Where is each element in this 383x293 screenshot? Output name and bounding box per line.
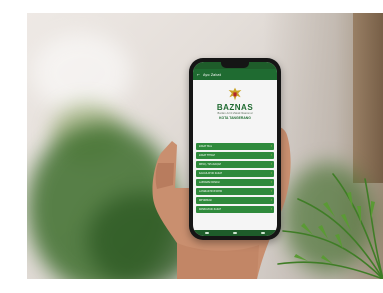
menu-item[interactable]: LAYANAN MUSTAHIK › (196, 187, 274, 196)
chevron-right-icon: › (270, 143, 272, 148)
garuda-emblem-icon (228, 87, 242, 101)
status-bar (193, 62, 277, 69)
menu-item-label: LAPORAN DONASI (199, 181, 220, 185)
menu-item[interactable]: LAPORAN DONASI › (196, 178, 274, 187)
menu-item-label: KONSULTASI ZAKAT (199, 208, 222, 212)
phone-notch (221, 62, 249, 68)
logo-area: BAZNAS Badan Amil Zakat Nasional KOTA TA… (193, 80, 277, 143)
smartphone: ← Ayo Zakat BAZNAS Badan Amil Zakat Nasi… (189, 58, 281, 240)
menu-item[interactable]: KALKULATOR ZAKAT › (196, 169, 274, 178)
photo-scene: ← Ayo Zakat BAZNAS Badan Amil Zakat Nasi… (0, 0, 383, 293)
chevron-right-icon: › (270, 197, 272, 202)
menu-item[interactable]: INFAQ / SHADAQAH › (196, 160, 274, 169)
nav-back-icon[interactable] (205, 232, 209, 234)
menu-item[interactable]: ZAKAT MAL › (196, 143, 274, 151)
menu-item[interactable]: KONSULTASI ZAKAT › (196, 205, 274, 214)
phone-screen: ← Ayo Zakat BAZNAS Badan Amil Zakat Nasi… (193, 62, 277, 236)
org-name: BAZNAS (216, 103, 254, 112)
org-city: KOTA TANGERANG (219, 115, 251, 120)
menu-item-label: ZAKAT FITRAH (199, 154, 216, 158)
chevron-right-icon: › (270, 152, 272, 157)
chevron-right-icon: › (270, 188, 272, 193)
photo-background: ← Ayo Zakat BAZNAS Badan Amil Zakat Nasi… (27, 13, 383, 279)
back-arrow-icon[interactable]: ← (197, 73, 200, 77)
chevron-right-icon: › (270, 161, 272, 166)
chevron-right-icon: › (270, 179, 272, 184)
menu-item[interactable]: ZAKAT FITRAH › (196, 151, 274, 160)
menu-item-label: INFAQ / SHADAQAH (199, 163, 222, 167)
menu-list: ZAKAT MAL › ZAKAT FITRAH › INFAQ / SHADAQA… (193, 143, 277, 214)
menu-item-label: INFORMASI (199, 199, 212, 203)
menu-item-label: KALKULATOR ZAKAT (199, 172, 223, 176)
menu-item-label: ZAKAT MAL (199, 145, 212, 149)
menu-item[interactable]: INFORMASI › (196, 196, 274, 205)
nav-recent-icon[interactable] (261, 232, 265, 234)
system-nav-bar (193, 230, 277, 236)
chevron-right-icon: › (270, 206, 272, 211)
menu-item-label: LAYANAN MUSTAHIK (199, 190, 223, 194)
nav-home-icon[interactable] (233, 232, 237, 234)
app-bar: ← Ayo Zakat (193, 69, 277, 80)
app-title: Ayo Zakat (203, 72, 221, 77)
chevron-right-icon: › (270, 170, 272, 175)
